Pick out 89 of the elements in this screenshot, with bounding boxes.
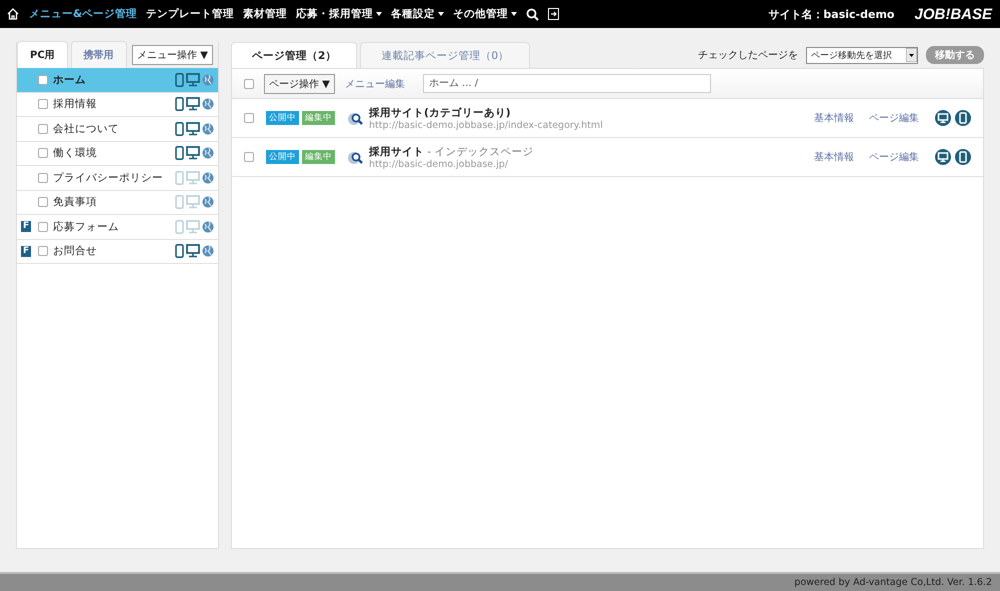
page-url: http://basic-demo.jobbase.jp/ bbox=[369, 158, 510, 170]
nav-menu-item[interactable]: 各種設定 bbox=[391, 7, 444, 21]
globe-icon[interactable] bbox=[202, 98, 214, 110]
tab[interactable]: 連載記事ページ管理（0） bbox=[360, 42, 530, 68]
page-operation-button[interactable]: ページ操作 ▼ bbox=[264, 74, 335, 94]
tab[interactable]: 携帯用 bbox=[70, 41, 127, 68]
menu-item-label: 採用情報 bbox=[53, 97, 98, 112]
page-title[interactable]: 採用サイト(カテゴリーあり) bbox=[369, 106, 811, 120]
menu-item-label: お問合せ bbox=[53, 244, 98, 258]
monitor-icon[interactable] bbox=[186, 72, 200, 87]
magnifier-icon[interactable] bbox=[346, 150, 363, 164]
page-title[interactable]: 採用サイト - インデックスページ bbox=[369, 144, 811, 158]
form-badge: F bbox=[21, 221, 32, 232]
form-badge: F bbox=[21, 246, 32, 257]
status-badge: 編集中 bbox=[302, 111, 335, 125]
nav-menu-item[interactable]: 応募・採用管理 bbox=[296, 7, 382, 21]
globe-icon[interactable] bbox=[202, 172, 214, 184]
phone-icon[interactable] bbox=[175, 72, 184, 87]
menu-item-label: 応募フォーム bbox=[53, 220, 120, 234]
destination-select[interactable]: ページ移動先を選択 bbox=[806, 46, 918, 64]
phone-icon[interactable] bbox=[955, 149, 971, 165]
row-link[interactable]: ページ編集 bbox=[869, 111, 919, 125]
caret-icon bbox=[511, 12, 518, 16]
menu-edit-link[interactable]: メニュー編集 bbox=[344, 76, 405, 90]
checkbox[interactable] bbox=[244, 113, 254, 123]
phone-icon[interactable] bbox=[175, 146, 184, 160]
menu-list-item[interactable]: 採用情報 bbox=[17, 92, 218, 117]
monitor-icon[interactable] bbox=[186, 244, 200, 258]
checkbox[interactable] bbox=[38, 197, 48, 208]
home-icon[interactable] bbox=[6, 7, 20, 21]
menu-list-item[interactable]: 免責事項 bbox=[17, 190, 218, 215]
globe-icon[interactable] bbox=[202, 147, 214, 160]
page-url: http://basic-demo.jobbase.jp/index-category.html bbox=[369, 120, 604, 130]
select-all-checkbox[interactable] bbox=[244, 78, 254, 88]
menu-list-item[interactable]: 働く環境 bbox=[17, 142, 218, 166]
status-badge: 公開中 bbox=[266, 111, 299, 125]
magnifier-icon[interactable] bbox=[346, 110, 363, 126]
phone-icon[interactable] bbox=[175, 122, 184, 136]
move-label: チェックしたページを bbox=[698, 49, 798, 62]
checkbox[interactable] bbox=[38, 246, 48, 256]
search-icon[interactable] bbox=[526, 8, 540, 20]
status-badge: 編集中 bbox=[302, 150, 335, 164]
globe-icon[interactable] bbox=[202, 245, 214, 258]
checkbox[interactable] bbox=[38, 222, 48, 232]
globe-icon[interactable] bbox=[202, 220, 214, 233]
nav-menu-item[interactable]: 素材管理 bbox=[243, 7, 288, 21]
menu-list-item[interactable]: F お問合せ bbox=[17, 240, 218, 264]
status-badge: 公開中 bbox=[266, 150, 299, 164]
nav-menu-item[interactable]: テンプレート管理 bbox=[146, 7, 234, 21]
monitor-icon[interactable] bbox=[186, 146, 200, 160]
select-value: ページ移動先を選択 bbox=[811, 50, 892, 62]
nav-menu-item[interactable]: メニュー&ページ管理 bbox=[29, 7, 138, 21]
menu-operation-button[interactable]: メニュー操作 ▼ bbox=[132, 45, 213, 65]
path-field[interactable]: ホーム ... / bbox=[422, 74, 711, 93]
monitor-icon[interactable] bbox=[935, 149, 951, 165]
monitor-icon[interactable] bbox=[935, 110, 951, 126]
row-link[interactable]: ページ編集 bbox=[869, 150, 919, 164]
row-link[interactable]: 基本情報 bbox=[814, 150, 854, 164]
menu-list-item[interactable]: ホーム bbox=[17, 68, 218, 92]
exit-icon[interactable] bbox=[548, 8, 560, 20]
tab[interactable]: PC用 bbox=[17, 41, 68, 68]
site-name: サイト名：basic-demo bbox=[768, 6, 894, 22]
checkbox[interactable] bbox=[38, 148, 48, 158]
logo: JOB!BASE bbox=[914, 6, 992, 22]
globe-icon[interactable] bbox=[202, 74, 214, 86]
menu-item-label: ホーム bbox=[53, 72, 87, 87]
menu-item-label: プライバシーポリシー bbox=[53, 170, 164, 185]
monitor-icon[interactable] bbox=[186, 122, 200, 136]
checkbox[interactable] bbox=[38, 99, 48, 110]
globe-icon[interactable] bbox=[202, 122, 214, 135]
monitor-icon[interactable] bbox=[186, 97, 200, 112]
menu-item-label: 免責事項 bbox=[53, 195, 98, 210]
checkbox[interactable] bbox=[244, 152, 254, 162]
menu-item-label: 働く環境 bbox=[53, 146, 98, 160]
row-link[interactable]: 基本情報 bbox=[814, 111, 854, 125]
phone-icon[interactable] bbox=[175, 244, 184, 258]
globe-icon[interactable] bbox=[202, 196, 214, 208]
dropdown-arrow-icon[interactable] bbox=[906, 48, 917, 62]
caret-icon bbox=[376, 12, 382, 16]
footer-text: powered by Ad-vantage Co,Ltd. Ver. 1.6.2 bbox=[794, 577, 992, 588]
caret-icon bbox=[438, 12, 444, 16]
menu-item-label: 会社について bbox=[53, 122, 120, 136]
checkbox[interactable] bbox=[38, 74, 48, 85]
tab[interactable]: ページ管理（2） bbox=[231, 42, 358, 68]
phone-icon[interactable] bbox=[955, 110, 971, 126]
checkbox[interactable] bbox=[38, 172, 48, 183]
checkbox[interactable] bbox=[38, 124, 48, 134]
phone-icon[interactable] bbox=[175, 97, 184, 112]
nav-menu-item[interactable]: その他管理 bbox=[453, 7, 518, 21]
